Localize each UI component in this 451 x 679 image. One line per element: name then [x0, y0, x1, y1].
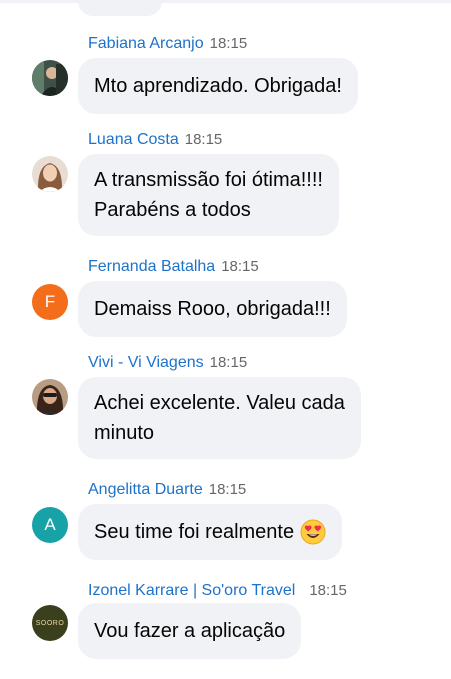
- author-name[interactable]: Fernanda Batalha: [88, 258, 215, 275]
- message-text: Vou fazer a aplicação: [94, 620, 286, 642]
- author-name[interactable]: Vivi - Vi Viagens: [88, 354, 204, 371]
- message-header: Fernanda Batalha 18:15: [88, 257, 259, 277]
- message-text-line: Achei excelente. Valeu cada: [94, 392, 345, 414]
- message-text: Demaiss Rooo, obrigada!!!: [94, 298, 331, 320]
- message-bubble: Seu time foi realmente: [78, 504, 343, 560]
- message-bubble: A transmissão foi ótima!!!! Parabéns a t…: [78, 154, 339, 236]
- avatar[interactable]: [32, 60, 68, 96]
- message-text: Seu time foi realmente: [94, 521, 295, 543]
- avatar[interactable]: SOORO: [32, 605, 68, 641]
- message-text-line: minuto: [94, 422, 155, 444]
- message-header: Fabiana Arcanjo 18:15: [88, 34, 247, 54]
- message-bubble: Demaiss Rooo, obrigada!!!: [78, 281, 347, 337]
- avatar[interactable]: [32, 379, 68, 415]
- message-header: Angelitta Duarte 18:15: [88, 480, 246, 500]
- avatar[interactable]: [32, 156, 68, 192]
- heart-eyes-emoji-icon: [300, 519, 326, 545]
- message-header: Luana Costa 18:15: [88, 130, 222, 150]
- message-text-line: Parabéns a todos: [94, 199, 251, 221]
- author-name[interactable]: Luana Costa: [88, 131, 179, 148]
- timestamp: 18:15: [208, 481, 247, 498]
- scroll-edge: [0, 0, 451, 3]
- timestamp: 18:15: [184, 131, 223, 148]
- timestamp: 18:15: [309, 582, 347, 599]
- author-name[interactable]: Angelitta Duarte: [88, 481, 203, 498]
- timestamp: 18:15: [209, 35, 248, 52]
- message-bubble: Achei excelente. Valeu cada minuto: [78, 377, 361, 459]
- message-text: Mto aprendizado. Obrigada!: [94, 75, 342, 97]
- avatar[interactable]: F: [32, 284, 68, 320]
- message-text-line: A transmissão foi ótima!!!!: [94, 169, 323, 191]
- avatar-logo-text: SOORO: [35, 619, 65, 627]
- timestamp: 18:15: [209, 354, 248, 371]
- message-header: Vivi - Vi Viagens 18:15: [88, 353, 247, 373]
- avatar[interactable]: A: [32, 507, 68, 543]
- author-name[interactable]: Fabiana Arcanjo: [88, 35, 204, 52]
- message-header: Izonel Karrare | So'oro Travel 18:15: [88, 581, 347, 601]
- previous-message-bubble: [78, 0, 162, 16]
- avatar-initial: F: [44, 292, 56, 311]
- message-bubble: Vou fazer a aplicação: [78, 603, 302, 659]
- timestamp: 18:15: [221, 258, 259, 275]
- author-name[interactable]: Izonel Karrare | So'oro Travel: [88, 582, 295, 599]
- avatar-initial: A: [44, 515, 56, 534]
- message-bubble: Mto aprendizado. Obrigada!: [78, 58, 358, 114]
